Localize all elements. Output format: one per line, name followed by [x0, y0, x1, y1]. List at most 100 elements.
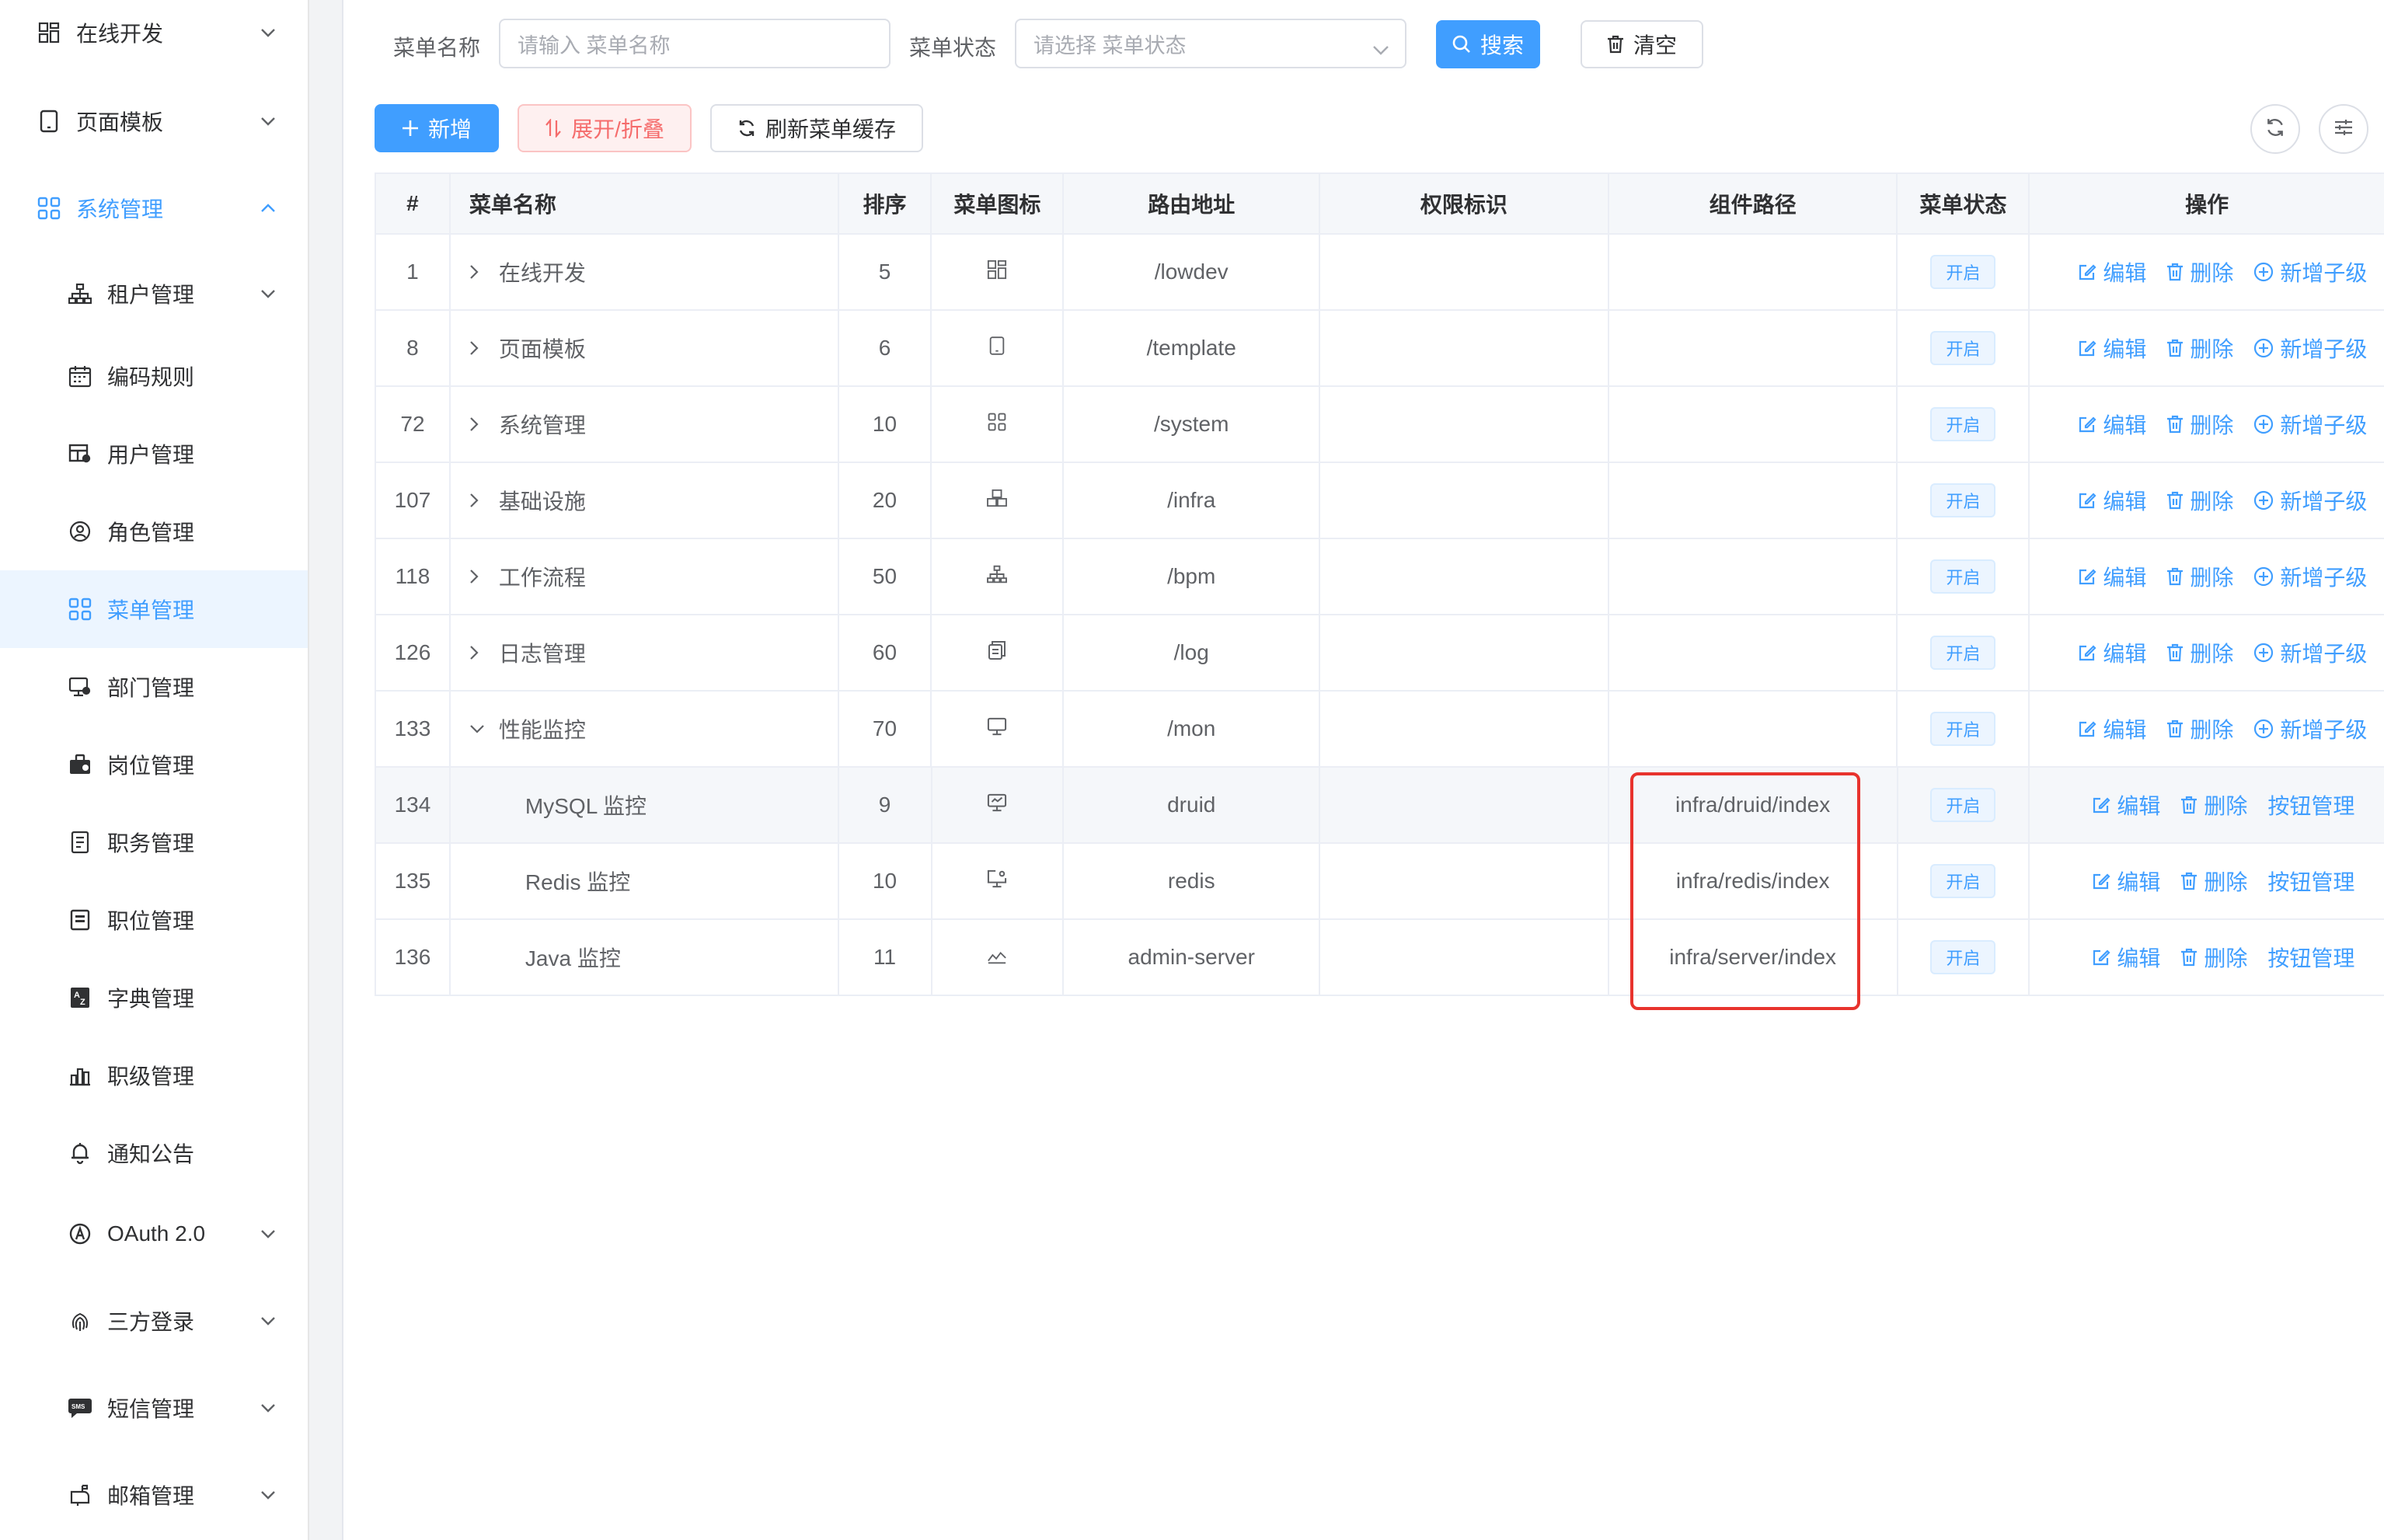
- edit-button[interactable]: 编辑: [2078, 409, 2146, 440]
- cell-menu-icon: [932, 920, 1065, 995]
- sidebar-item-coding-rules[interactable]: 编码规则: [0, 337, 308, 415]
- delete-button[interactable]: 删除: [2180, 789, 2247, 821]
- add-child-button[interactable]: 新增子级: [2253, 485, 2367, 516]
- reload-table-button[interactable]: [2250, 104, 2300, 154]
- table-row[interactable]: 72 系统管理 10/system 开启 编辑 删除 新增子级: [376, 387, 2384, 463]
- status-badge: 开启: [1930, 331, 1996, 365]
- cell-id-text: 136: [394, 945, 431, 969]
- action-label: 删除: [2190, 337, 2234, 361]
- edit-button[interactable]: 编辑: [2078, 713, 2146, 744]
- table-row[interactable]: 1 在线开发 5/lowdev 开启 编辑 删除 新增子级: [376, 235, 2384, 311]
- edit-button[interactable]: 编辑: [2092, 942, 2160, 973]
- add-child-button[interactable]: 新增子级: [2253, 637, 2367, 668]
- chevron-right-icon[interactable]: [469, 569, 491, 584]
- sidebar-item-lowcode[interactable]: 在线开发: [0, 0, 308, 71]
- sidebar-item-roles[interactable]: 角色管理: [0, 493, 308, 570]
- menu-name-input[interactable]: 请输入 菜单名称: [499, 19, 891, 68]
- expand-collapse-button[interactable]: 展开/折叠: [518, 104, 692, 152]
- delete-button[interactable]: 删除: [2180, 942, 2247, 973]
- clear-button[interactable]: 清空: [1581, 20, 1703, 68]
- edit-button[interactable]: 编辑: [2078, 561, 2146, 592]
- edit-icon: [2078, 567, 2096, 586]
- action-label: 删除: [2190, 718, 2234, 742]
- cell-actions: 编辑 删除 按钮管理: [2030, 920, 2384, 995]
- sidebar-item-system[interactable]: 系统管理: [0, 169, 308, 247]
- table-row[interactable]: 136 Java 监控 11 admin-server infra/server/ind…: [376, 920, 2384, 996]
- edit-button[interactable]: 编辑: [2078, 637, 2146, 668]
- sidebar-item-users[interactable]: 用户管理: [0, 415, 308, 493]
- table-row[interactable]: 134 MySQL 监控 9 druid infra/druid/index 开启 编辑 删除…: [376, 768, 2384, 844]
- cell-status: 开启: [1898, 768, 2030, 842]
- sidebar-item-duties[interactable]: 职务管理: [0, 803, 308, 881]
- edit-button[interactable]: 编辑: [2078, 256, 2146, 287]
- add-child-button[interactable]: 新增子级: [2253, 256, 2367, 287]
- cell-menu-icon: [932, 692, 1065, 766]
- sidebar-item-social-login[interactable]: 三方登录: [0, 1282, 308, 1360]
- chevron-down-icon: [1372, 37, 1389, 61]
- plus-circle-icon: [2253, 490, 2274, 510]
- sidebar-item-template[interactable]: 页面模板: [0, 82, 308, 160]
- sidebar-item-positions[interactable]: 职位管理: [0, 881, 308, 959]
- sidebar-item-menus[interactable]: 菜单管理: [0, 570, 308, 648]
- sidebar-item-tenant[interactable]: 租户管理: [0, 255, 308, 333]
- sidebar-item-oauth[interactable]: OAuth 2.0: [0, 1195, 308, 1273]
- add-child-button[interactable]: 新增子级: [2253, 333, 2367, 364]
- table-row[interactable]: 107 基础设施 20/infra 开启 编辑 删除 新增子级: [376, 463, 2384, 539]
- action-label: 删除: [2190, 413, 2234, 437]
- sidebar-item-notices[interactable]: 通知公告: [0, 1114, 308, 1192]
- sidebar-item-ranks[interactable]: 职级管理: [0, 1037, 308, 1114]
- cell-menu-name: 页面模板: [451, 311, 839, 385]
- add-child-button[interactable]: 新增子级: [2253, 409, 2367, 440]
- chevron-right-icon[interactable]: [469, 416, 491, 432]
- action-label: 删除: [2190, 566, 2234, 590]
- chevron-right-icon[interactable]: [469, 645, 491, 660]
- sidebar-item-mail[interactable]: 邮箱管理: [0, 1456, 308, 1534]
- table-row[interactable]: 133 性能监控 70/mon 开启 编辑 删除 新增子级: [376, 692, 2384, 768]
- delete-button[interactable]: 删除: [2166, 637, 2233, 668]
- add-child-button[interactable]: 新增子级: [2253, 713, 2367, 744]
- delete-button[interactable]: 删除: [2166, 713, 2233, 744]
- menu-status-select[interactable]: 请选择 菜单状态: [1015, 19, 1406, 68]
- cell-menu-icon: [932, 539, 1065, 614]
- sidebar-item-sms[interactable]: SMS 短信管理: [0, 1369, 308, 1447]
- sidebar-item-departments[interactable]: 部门管理: [0, 648, 308, 726]
- delete-button[interactable]: 删除: [2166, 409, 2233, 440]
- delete-button[interactable]: 删除: [2166, 561, 2233, 592]
- add-child-button[interactable]: 新增子级: [2253, 561, 2367, 592]
- edit-button[interactable]: 编辑: [2078, 333, 2146, 364]
- delete-button[interactable]: 删除: [2166, 256, 2233, 287]
- table-row[interactable]: 135 Redis 监控 10 redis infra/redis/index 开启 编辑 删…: [376, 844, 2384, 920]
- sidebar-item-posts[interactable]: 岗位管理: [0, 726, 308, 803]
- button-management-button[interactable]: 按钮管理: [2267, 789, 2354, 821]
- delete-button[interactable]: 删除: [2166, 333, 2233, 364]
- trash-icon: [2166, 339, 2184, 357]
- button-management-button[interactable]: 按钮管理: [2267, 866, 2354, 897]
- chevron-right-icon[interactable]: [469, 340, 491, 356]
- chevron-right-icon[interactable]: [469, 264, 491, 280]
- button-management-button[interactable]: 按钮管理: [2267, 942, 2354, 973]
- sidebar: 在线开发 页面模板 系统管理 租户管理 编码规则 用户管理 角色管理 菜单管理 …: [0, 0, 309, 1540]
- cell-sort-text: 10: [872, 412, 897, 436]
- cell-id: 134: [376, 768, 451, 842]
- chevron-right-icon[interactable]: [469, 493, 491, 508]
- trash-icon: [2166, 491, 2184, 510]
- cell-id: 8: [376, 311, 451, 385]
- refresh-cache-button[interactable]: 刷新菜单缓存: [710, 104, 923, 152]
- table-row[interactable]: 8 页面模板 6/template 开启 编辑 删除 新增子级: [376, 311, 2384, 387]
- action-label: 删除: [2190, 642, 2234, 666]
- list-icon: [67, 907, 93, 933]
- search-button[interactable]: 搜索: [1436, 20, 1540, 68]
- edit-button[interactable]: 编辑: [2092, 866, 2160, 897]
- sidebar-item-dictionary[interactable]: AZ 字典管理: [0, 959, 308, 1037]
- delete-button[interactable]: 删除: [2180, 866, 2247, 897]
- cell-route-path-text: /mon: [1167, 716, 1216, 740]
- edit-button[interactable]: 编辑: [2078, 485, 2146, 516]
- table-row[interactable]: 118 工作流程 50/bpm 开启 编辑 删除 新增子级: [376, 539, 2384, 615]
- menu-name-text: 在线开发: [498, 261, 586, 285]
- column-settings-button[interactable]: [2319, 104, 2368, 154]
- chevron-down-icon[interactable]: [469, 724, 491, 733]
- edit-button[interactable]: 编辑: [2092, 789, 2160, 821]
- delete-button[interactable]: 删除: [2166, 485, 2233, 516]
- add-button[interactable]: 新增: [375, 104, 499, 152]
- table-row[interactable]: 126 日志管理 60/log 开启 编辑 删除 新增子级: [376, 615, 2384, 692]
